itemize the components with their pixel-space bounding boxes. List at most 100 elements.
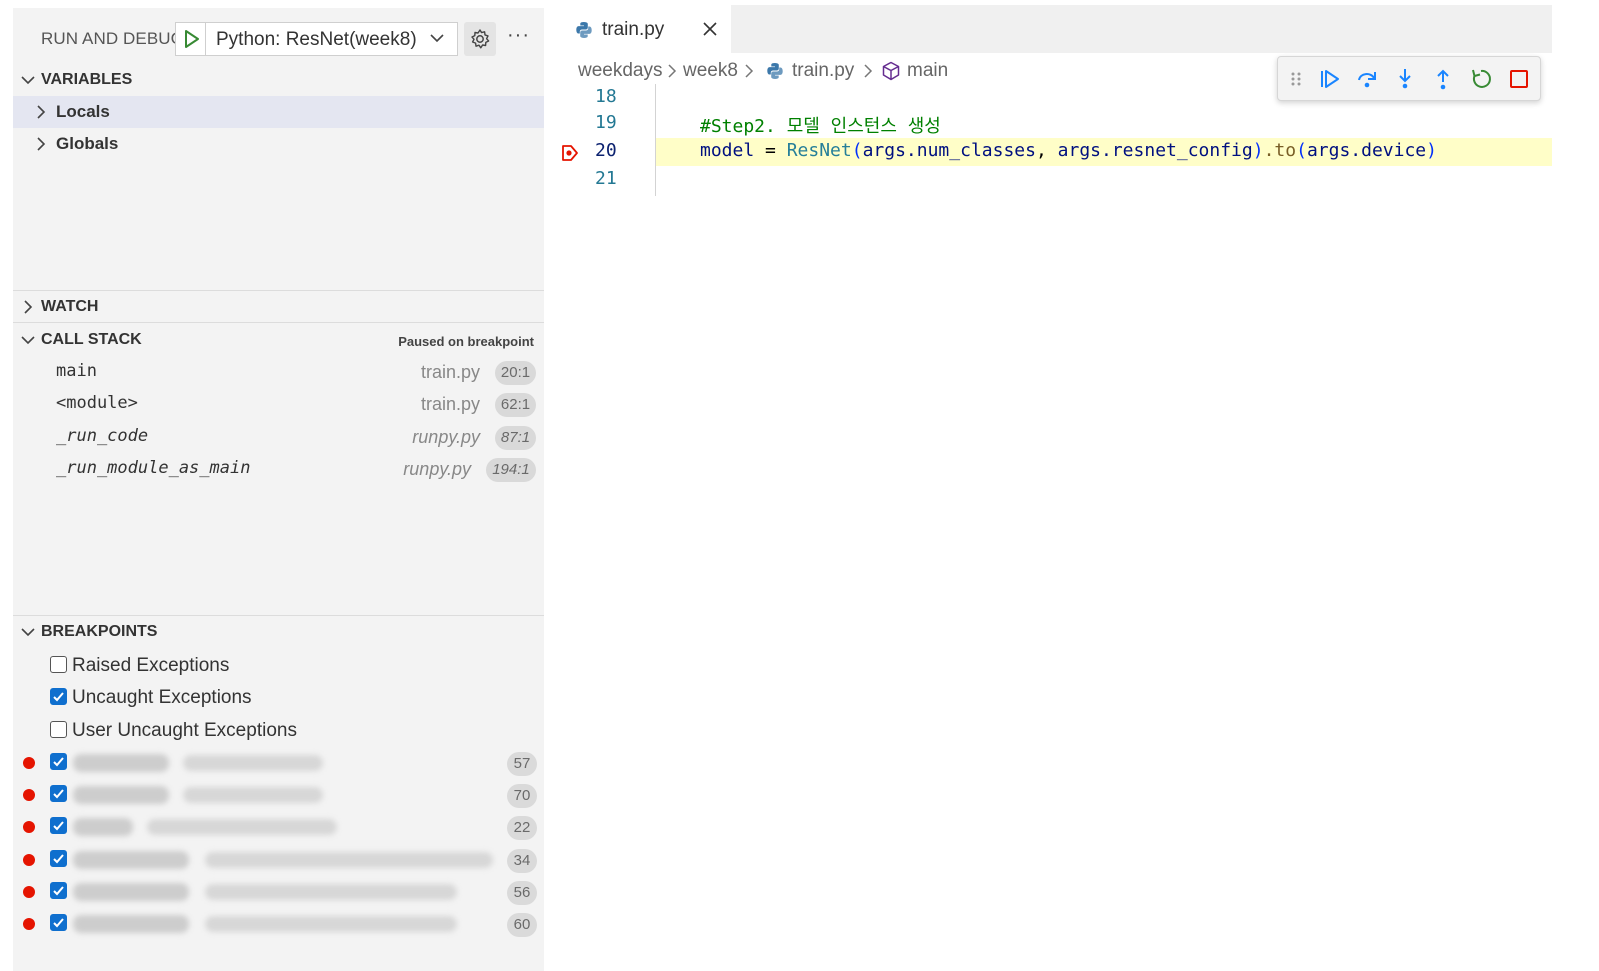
variables-section-header[interactable]: VARIABLES — [13, 66, 544, 96]
variables-item-globals[interactable]: Globals — [13, 128, 544, 160]
stop-icon[interactable] — [1507, 67, 1531, 91]
blurred-breakpoint-path — [183, 787, 323, 803]
frame-name: _run_code — [56, 426, 149, 446]
call-stack-section-header[interactable]: CALL STACK Paused on breakpoint — [13, 326, 544, 356]
breakpoint-line-badge: 70 — [507, 784, 537, 808]
line-number: 21 — [595, 168, 617, 189]
chevron-right-icon — [864, 64, 873, 78]
breakpoint-dot-icon — [23, 789, 35, 801]
breakpoint-arrow-icon[interactable] — [561, 144, 579, 162]
breakpoint-item[interactable]: 34 — [13, 844, 544, 876]
exception-filter-label: Uncaught Exceptions — [72, 687, 252, 708]
breakpoint-checkbox[interactable] — [50, 914, 67, 931]
variables-item-locals[interactable]: Locals — [13, 96, 544, 128]
code-token: , — [1035, 140, 1058, 161]
start-debugging-button[interactable] — [176, 23, 206, 55]
step-into-icon[interactable] — [1393, 67, 1417, 91]
breakpoint-dot-icon — [23, 918, 35, 930]
step-out-icon[interactable] — [1431, 67, 1455, 91]
exception-filter-raised[interactable]: Raised Exceptions — [13, 650, 544, 682]
variables-section-label: VARIABLES — [41, 71, 133, 88]
section-divider — [13, 322, 544, 323]
blurred-breakpoint-file — [73, 883, 189, 901]
frame-line-badge: 62:1 — [495, 393, 536, 417]
code-line[interactable]: 19 #Step2. 모델 인스턴스 생성 — [558, 110, 1552, 138]
call-stack-frame[interactable]: main train.py 20:1 — [13, 356, 544, 388]
exception-checkbox[interactable] — [50, 656, 67, 673]
breakpoint-checkbox[interactable] — [50, 785, 67, 802]
symbol-method-icon — [882, 61, 900, 81]
breadcrumb-item[interactable]: week8 — [683, 60, 738, 82]
breakpoint-line-badge: 56 — [507, 881, 537, 905]
blurred-breakpoint-file — [73, 754, 169, 772]
frame-file: train.py — [420, 362, 480, 382]
chevron-right-icon — [24, 300, 33, 314]
breakpoint-item[interactable]: 22 — [13, 811, 544, 843]
check-icon — [53, 757, 64, 767]
continue-icon[interactable] — [1318, 67, 1342, 91]
breadcrumb-item[interactable]: main — [907, 60, 948, 82]
exception-filter-uncaught[interactable]: Uncaught Exceptions — [13, 682, 544, 714]
frame-line-badge: 20:1 — [495, 361, 536, 385]
debug-sidebar: RUN AND DEBUG Python: ResNet(week8) ··· … — [13, 8, 544, 971]
frame-file: runpy.py — [412, 427, 480, 447]
drag-handle-icon[interactable] — [1288, 67, 1304, 91]
frame-file: train.py — [420, 394, 480, 414]
call-stack-frame[interactable]: <module> train.py 62:1 — [13, 388, 544, 420]
blurred-breakpoint-path — [205, 852, 493, 868]
breakpoint-checkbox[interactable] — [50, 817, 67, 834]
code-token: args.resnet_config — [1057, 140, 1253, 161]
close-icon[interactable] — [702, 21, 718, 37]
breakpoint-item[interactable]: 60 — [13, 908, 544, 940]
exception-filter-user-uncaught[interactable]: User Uncaught Exceptions — [13, 715, 544, 747]
open-launch-json-button[interactable] — [464, 22, 496, 56]
restart-icon[interactable] — [1469, 67, 1493, 91]
breadcrumb-item[interactable]: weekdays — [578, 60, 663, 82]
chevron-right-icon — [668, 64, 677, 78]
play-icon — [185, 30, 199, 48]
step-over-icon[interactable] — [1355, 67, 1379, 91]
call-stack-frame[interactable]: _run_module_as_main runpy.py 194:1 — [13, 453, 544, 485]
breakpoint-line-badge: 57 — [507, 752, 537, 776]
blurred-breakpoint-file — [73, 915, 189, 933]
check-icon — [53, 854, 64, 864]
exception-checkbox[interactable] — [50, 688, 67, 705]
chevron-down-icon — [430, 34, 444, 43]
breakpoint-dot-icon — [23, 757, 35, 769]
chevron-down-icon — [21, 76, 35, 85]
code-token: ) — [1252, 140, 1264, 161]
chevron-right-icon — [37, 137, 46, 151]
blurred-breakpoint-path — [147, 819, 337, 835]
check-icon — [53, 821, 64, 831]
breakpoint-checkbox[interactable] — [50, 753, 67, 770]
tab-train-py[interactable]: train.py — [558, 5, 731, 53]
watch-section-label: WATCH — [41, 298, 99, 315]
breakpoint-dot-icon — [23, 886, 35, 898]
breakpoint-checkbox[interactable] — [50, 850, 67, 867]
code-editor[interactable]: 18 19 #Step2. 모델 인스턴스 생성 20 model = ResN… — [558, 84, 1552, 204]
launch-config-dropdown[interactable]: Python: ResNet(week8) — [175, 22, 458, 56]
more-icon[interactable]: ··· — [507, 24, 530, 47]
exception-filter-label: Raised Exceptions — [72, 655, 230, 676]
exception-filter-label: User Uncaught Exceptions — [72, 720, 297, 741]
breakpoint-item[interactable]: 70 — [13, 779, 544, 811]
code-token: = — [754, 140, 787, 161]
debug-toolbar — [1277, 56, 1541, 101]
section-divider — [13, 615, 544, 616]
breakpoint-item[interactable]: 56 — [13, 876, 544, 908]
breakpoint-item[interactable]: 57 — [13, 747, 544, 779]
exception-checkbox[interactable] — [50, 721, 67, 738]
breakpoint-line-badge: 34 — [507, 849, 537, 873]
code-token: ResNet — [786, 140, 852, 161]
code-line[interactable]: 21 — [558, 166, 1552, 194]
watch-section-header[interactable]: WATCH — [13, 293, 544, 323]
breakpoints-section-header[interactable]: BREAKPOINTS — [13, 618, 544, 648]
breakpoint-checkbox[interactable] — [50, 882, 67, 899]
frame-line-badge: 87:1 — [495, 426, 536, 450]
code-token: .to — [1263, 140, 1297, 161]
call-stack-frame[interactable]: _run_code runpy.py 87:1 — [13, 421, 544, 453]
paused-status: Paused on breakpoint — [398, 334, 534, 349]
code-token: args.device — [1306, 140, 1427, 161]
current-code-line[interactable]: 20 model = ResNet(args.num_classes, args… — [558, 138, 1552, 166]
breadcrumb-item[interactable]: train.py — [792, 60, 854, 82]
